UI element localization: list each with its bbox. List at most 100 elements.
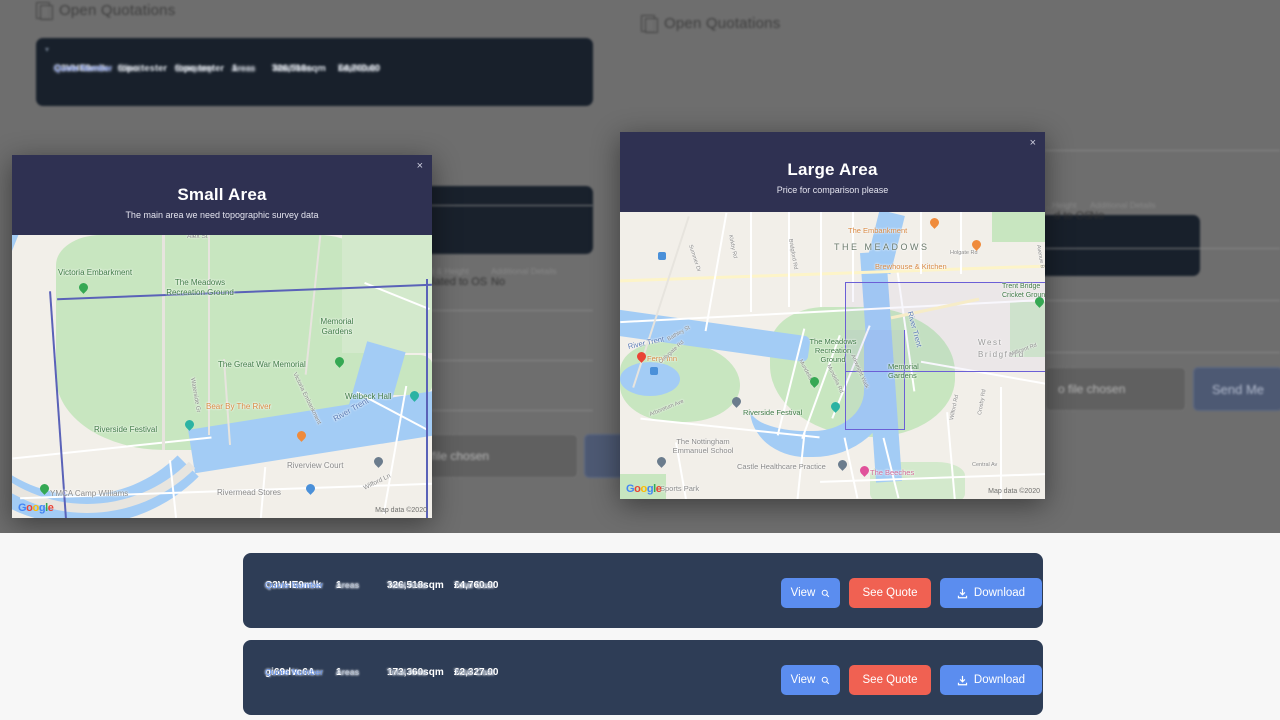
map-pin-park[interactable] [1035, 297, 1044, 309]
map-marker-transit[interactable] [650, 367, 658, 375]
map-pin-stores[interactable] [306, 484, 319, 501]
large-area-title: Large Area [787, 160, 878, 179]
map-pin-memorial[interactable] [335, 357, 348, 374]
map-label: Central Av [972, 462, 998, 468]
map-marker-transit[interactable] [658, 252, 666, 260]
map-label: Sports Park [660, 484, 700, 493]
map-pin-restaurant[interactable] [972, 240, 981, 252]
large-area-map[interactable]: THE MEADOWS The Embankment Brewhouse & K… [620, 212, 1045, 499]
large-area-subtitle: Price for comparison please [776, 185, 889, 195]
map-label: Rivermead Stores [217, 488, 282, 497]
small-area-subtitle: The main area we need topographic survey… [125, 210, 319, 220]
quote-field: Total Cost£4,760.00 [338, 63, 381, 74]
magnifier-icon [822, 676, 830, 684]
map-label: Victoria Embarkment [58, 268, 133, 277]
small-area-modal: Small Area The main area we need topogra… [12, 155, 432, 518]
map-label: YMCA Camp Williams [50, 489, 129, 498]
map-pin-school[interactable] [732, 397, 741, 409]
see-quote-button[interactable]: See Quote [849, 578, 931, 608]
additional-details-meta-right: Additional Details No [1090, 200, 1156, 222]
map-pin-court[interactable] [374, 457, 387, 474]
total-cost-field: Total Cost £2,327.00 [454, 667, 499, 678]
small-area-modal-header: Small Area The main area we need topogra… [12, 155, 432, 235]
left-panel-header: Open Quotations [36, 2, 176, 20]
map-label: The Great War Memorial [218, 360, 306, 369]
map-pin-inn[interactable] [637, 352, 646, 364]
map-label: Memorial Gardens [320, 317, 354, 336]
quote-number-field: Quote Number C3VHE9mlk [265, 580, 324, 591]
right-panel-title: Open Quotations [664, 15, 781, 32]
areas-field: Areas 1 [336, 667, 360, 678]
map-label: Alex St [187, 235, 208, 240]
map-pin-beeches[interactable] [860, 466, 869, 478]
see-quote-button[interactable]: See Quote [849, 665, 931, 695]
map-label: Riverside Festival [743, 408, 803, 417]
map-label: The Meadows Recreation Ground [166, 278, 234, 297]
map-pin-restaurant[interactable] [930, 218, 939, 230]
send-button-right[interactable]: Send Me [1193, 367, 1280, 411]
quote-number-field: Quote Number gi69dvc6A [265, 667, 324, 678]
quote-field: Areas1 [232, 63, 256, 74]
total-cost-field: Total Cost £4,760.00 [454, 580, 499, 591]
document-copy-icon [641, 15, 658, 33]
map-label: Castle Healthcare Practice [737, 462, 826, 471]
map-pin-festival[interactable] [185, 420, 198, 437]
quote-field: Total Area 326,518sqm [272, 63, 326, 74]
quote-field: Clienttopo tester [118, 63, 168, 74]
selection-polygon-edge [426, 279, 428, 518]
close-icon[interactable]: × [417, 161, 423, 172]
document-copy-icon [36, 2, 53, 20]
map-pin-park[interactable] [810, 377, 819, 389]
large-area-modal-header: Large Area Price for comparison please × [620, 132, 1045, 212]
foreground-quotes-panel: Quote Number C3VHE9mlk Areas 1 Total Are… [0, 533, 1280, 720]
download-icon [957, 588, 968, 598]
magnifier-icon [822, 589, 830, 597]
close-icon[interactable]: × [1030, 138, 1036, 149]
left-panel-title: Open Quotations [59, 2, 176, 19]
form-divider [1045, 352, 1280, 353]
google-logo: Google [626, 483, 662, 495]
screen-root: Open Quotations ▾ Quote Number C3VHE9mlk … [0, 0, 1280, 720]
map-label: THE MEADOWS [834, 242, 930, 252]
map-label: The Beeches [870, 468, 915, 477]
map-label: The Nottingham Emmanuel School [672, 437, 734, 455]
map-label: Riverside Festival [94, 425, 158, 434]
map-attribution: Map data ©2020 [375, 507, 427, 514]
total-area-field: Total Area 326,518sqm [387, 580, 444, 591]
quote-field: Companytopo tester [175, 63, 225, 74]
quote-row[interactable]: Quote Number C3VHE9mlk Areas 1 Total Are… [243, 553, 1043, 628]
map-label: Memorial Gardens [888, 362, 919, 380]
additional-details-meta: Additional Details No [491, 266, 557, 288]
map-label: The Embankment [848, 226, 908, 235]
map-pin-sports[interactable] [657, 457, 666, 469]
form-divider [1045, 150, 1280, 151]
download-button[interactable]: Download [940, 665, 1042, 695]
total-area-field: Total Area 173,360sqm [387, 667, 444, 678]
google-logo: Google [18, 502, 54, 514]
areas-field: Areas 1 [336, 580, 360, 591]
right-panel-header: Open Quotations [641, 15, 781, 33]
map-pin-ymca[interactable] [40, 484, 53, 501]
view-button[interactable]: View [781, 665, 840, 695]
map-pin-festival[interactable] [831, 402, 840, 414]
grid-height-meta-right: ...Height ...d to OS [1045, 200, 1092, 222]
background-quote-card[interactable]: ▾ Quote Number C3VHE9mlk Client topo teste… [36, 38, 593, 106]
small-area-map[interactable]: Victoria Embarkment The Meadows Recreati… [12, 235, 432, 518]
quote-field: Quote NumberC3VHE9mlk [54, 63, 113, 74]
download-button[interactable]: Download [940, 578, 1042, 608]
map-pin-park[interactable] [79, 283, 92, 300]
download-icon [957, 675, 968, 685]
expand-caret-icon[interactable]: ▾ [45, 45, 49, 54]
file-input-right[interactable]: o file chosen [1045, 367, 1186, 411]
quote-row[interactable]: Quote Number gi69dvc6A Areas 1 Total Are… [243, 640, 1043, 715]
small-area-title: Small Area [177, 185, 267, 204]
form-divider [1045, 248, 1280, 249]
map-pin-hall[interactable] [410, 391, 423, 408]
map-pin-restaurant[interactable] [297, 431, 310, 448]
form-divider [1045, 300, 1280, 301]
map-pin-clinic[interactable] [838, 460, 847, 472]
map-label: Riverview Court [287, 461, 344, 470]
map-label: Brewhouse & Kitchen [875, 262, 947, 271]
view-button[interactable]: View [781, 578, 840, 608]
map-label: Bear By The River [206, 402, 272, 411]
